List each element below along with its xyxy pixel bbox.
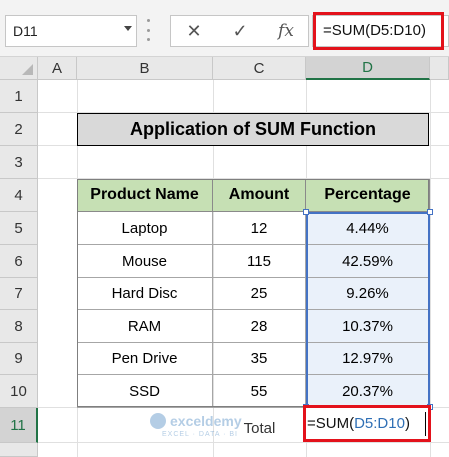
column-header-c[interactable]: C	[213, 57, 306, 80]
row-header-7[interactable]: 7	[0, 278, 38, 310]
name-box-value: D11	[13, 23, 38, 39]
row-header-8[interactable]: 8	[0, 310, 38, 343]
name-box[interactable]: D11	[5, 15, 137, 47]
selection-handle[interactable]	[303, 209, 309, 215]
drag-handle-icon[interactable]	[147, 19, 151, 41]
total-highlight-box	[303, 405, 431, 442]
cancel-icon[interactable]: ✕	[171, 16, 217, 46]
gridline	[430, 80, 431, 457]
insert-function-icon[interactable]: fx	[263, 16, 309, 46]
row-header-2[interactable]: 2	[0, 113, 38, 146]
row-header-9[interactable]: 9	[0, 343, 38, 375]
column-header-e[interactable]	[430, 57, 449, 80]
column-header-b[interactable]: B	[77, 57, 213, 80]
row-header-3[interactable]: 3	[0, 146, 38, 179]
total-label[interactable]: Total	[213, 412, 306, 444]
select-all-icon	[22, 64, 33, 75]
row-header-5[interactable]: 5	[0, 212, 38, 245]
row-header-11[interactable]: 11	[0, 408, 38, 443]
selection-range	[306, 212, 430, 408]
column-header-a[interactable]: A	[38, 57, 77, 80]
formula-controls: ✕ ✓ fx	[170, 15, 309, 47]
enter-icon[interactable]: ✓	[217, 16, 263, 46]
formula-highlight-box	[313, 12, 444, 50]
row-header-10[interactable]: 10	[0, 375, 38, 408]
exceldemy-logo-icon	[150, 413, 166, 429]
row-header-12[interactable]	[0, 443, 38, 457]
row-header-6[interactable]: 6	[0, 245, 38, 278]
row-header-1[interactable]: 1	[0, 80, 38, 113]
column-header-d[interactable]: D	[306, 57, 430, 80]
selection-handle[interactable]	[427, 209, 433, 215]
chevron-down-icon[interactable]	[124, 26, 132, 31]
row-header-4[interactable]: 4	[0, 179, 38, 212]
sheet-title[interactable]: Application of SUM Function	[77, 113, 429, 146]
